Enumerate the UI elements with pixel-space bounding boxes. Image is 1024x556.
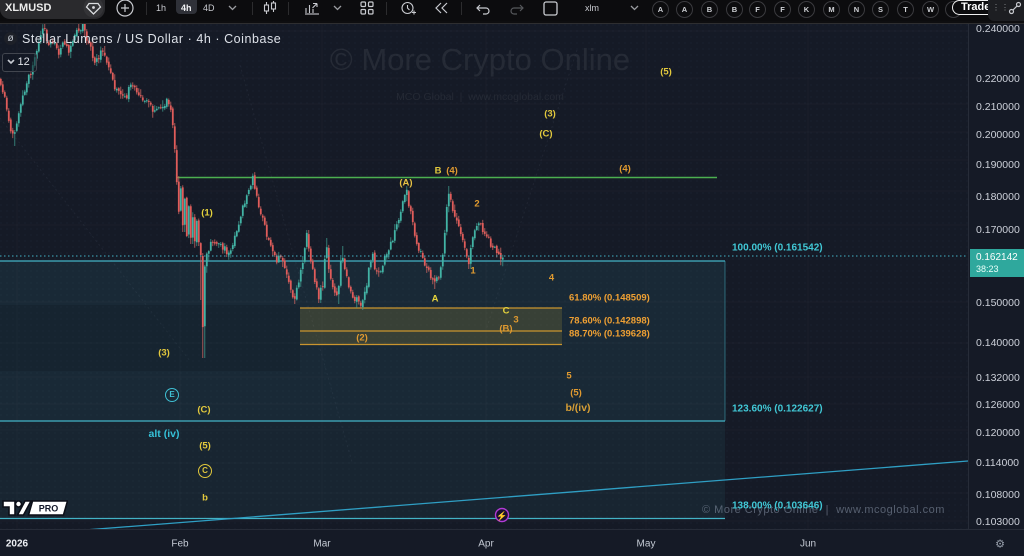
- svg-text:PRO: PRO: [39, 504, 59, 514]
- svg-text:⚡: ⚡: [496, 510, 507, 522]
